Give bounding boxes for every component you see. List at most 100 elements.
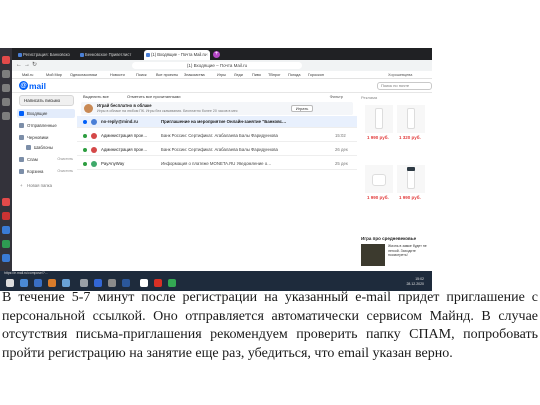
message-row[interactable]: no-reply@mind.ru Приглашение на мероприя… <box>77 116 357 128</box>
taskbar-app-icon[interactable] <box>108 279 116 287</box>
mail-logo[interactable]: @ mail <box>19 81 46 91</box>
word-icon[interactable] <box>122 279 130 287</box>
system-clock[interactable]: 15:02 28.12.2020 <box>406 277 424 287</box>
folder-trash[interactable]: Корзина Очистить <box>17 167 75 176</box>
back-icon[interactable]: ← <box>16 62 22 69</box>
app-icon[interactable] <box>2 56 10 64</box>
mail-header: @ mail Поиск по почте <box>12 79 432 93</box>
app-icon[interactable] <box>2 198 10 206</box>
product-image[interactable] <box>365 165 393 193</box>
game-ad-image[interactable] <box>361 244 385 266</box>
bookmark-link[interactable]: Поиск <box>136 72 147 78</box>
user-email[interactable]: Хорошевцева <box>388 72 412 78</box>
browser-tab-active[interactable]: (1) Входящие - Почта Mail.ru × <box>144 50 210 60</box>
folder-templates[interactable]: Шаблоны <box>24 143 75 152</box>
start-icon[interactable] <box>6 279 14 287</box>
read-dot-icon[interactable] <box>83 148 87 152</box>
product-image[interactable] <box>397 105 425 133</box>
browser-tab[interactable]: Регистрация: Банковско <box>16 50 74 60</box>
bookmark-link[interactable]: Пиво <box>252 72 261 78</box>
new-tab-button[interactable]: + <box>213 51 220 58</box>
unread-dot-icon[interactable] <box>83 120 87 124</box>
mark-read-button[interactable]: Отметить все прочитанными <box>127 93 180 101</box>
reload-icon[interactable]: ↻ <box>32 62 37 69</box>
product-image[interactable] <box>397 165 425 193</box>
avatar <box>91 161 97 167</box>
taskbar-app-icon[interactable] <box>94 279 102 287</box>
compose-button[interactable]: Написать письмо <box>19 95 74 106</box>
promo-title: Играй бесплатно в облаке <box>97 103 152 108</box>
message-sender: Администрация прое… <box>101 133 148 138</box>
game-ad-text[interactable]: Жизнь в замке будет не легкой. Заходите … <box>388 244 430 258</box>
app-icon[interactable] <box>2 254 10 262</box>
templates-icon <box>26 145 31 150</box>
bookmark-link[interactable]: Игры <box>217 72 226 78</box>
message-time: 15:02 <box>335 133 346 138</box>
folder-drafts[interactable]: Черновики <box>17 133 75 142</box>
ad-label: Реклама <box>361 95 378 100</box>
game-ad-title[interactable]: Игра про средневековье <box>361 236 416 241</box>
plus-icon: + <box>20 183 23 188</box>
app-icon[interactable] <box>2 226 10 234</box>
play-button[interactable]: Играть <box>291 105 313 112</box>
favicon-icon <box>80 53 84 57</box>
product-image[interactable] <box>365 105 393 133</box>
message-row[interactable]: PayAnyWay Информация о платеже MONETA.RU… <box>77 158 357 170</box>
message-list: Выделить все Отметить все прочитанными Ф… <box>77 93 357 291</box>
bookmark-link[interactable]: ТВпрог <box>268 72 281 78</box>
folder-inbox[interactable]: Входящие <box>17 109 75 118</box>
folder-spam[interactable]: Спам Очистить <box>17 155 75 164</box>
sent-icon <box>19 123 24 128</box>
bookmark-link[interactable]: Леди <box>234 72 243 78</box>
message-row[interactable]: Администрация прое… Банк России: Сертифи… <box>77 130 357 142</box>
forward-icon[interactable]: → <box>24 62 30 69</box>
message-time: 25 дек <box>335 161 348 166</box>
drafts-icon <box>19 135 24 140</box>
search-input[interactable]: Поиск по почте <box>377 82 432 90</box>
filter-button[interactable]: Фильтр <box>330 93 343 101</box>
select-all-button[interactable]: Выделить все <box>83 93 109 101</box>
screenshot: Регистрация: Банковско Бенковское Привет… <box>0 48 432 291</box>
taskbar-app-icon[interactable] <box>20 279 28 287</box>
app-icon[interactable] <box>2 70 10 78</box>
inbox-icon <box>19 111 24 116</box>
taskbar-app-icon[interactable] <box>80 279 88 287</box>
browser-tab-strip: Регистрация: Банковско Бенковское Привет… <box>12 48 432 60</box>
browser-tab[interactable]: Бенковское Приветлист <box>78 50 140 60</box>
promo-text: Игры в облаке на любом ПК. Игры без скач… <box>97 109 238 113</box>
yandex-icon[interactable] <box>140 279 148 287</box>
bookmark-link[interactable]: Новости <box>110 72 125 78</box>
bookmark-link[interactable]: Гороскоп <box>308 72 324 78</box>
app-icon[interactable] <box>2 98 10 106</box>
clear-trash-link[interactable]: Очистить <box>57 167 73 176</box>
message-subject: Информация о платеже MONETA.RU Уведомлен… <box>161 161 272 166</box>
chrome-icon[interactable] <box>168 279 176 287</box>
favicon-icon <box>18 53 22 57</box>
new-folder-button[interactable]: + Новая папка <box>17 181 75 190</box>
folder-sent[interactable]: Отправленные <box>17 121 75 130</box>
bookmark-link[interactable]: Погода <box>288 72 301 78</box>
taskbar-app-icon[interactable] <box>34 279 42 287</box>
bookmark-link[interactable]: Все проекты <box>156 72 178 78</box>
clear-spam-link[interactable]: Очистить <box>57 155 73 164</box>
app-icon[interactable] <box>2 112 10 120</box>
promo-banner[interactable]: Играй бесплатно в облаке Игры в облаке н… <box>81 102 353 115</box>
taskbar-app-icon[interactable] <box>48 279 56 287</box>
app-icon[interactable] <box>2 84 10 92</box>
message-sender: Администрация прое… <box>101 147 148 152</box>
bookmark-link[interactable]: Одноклассники <box>70 72 97 78</box>
list-toolbar: Выделить все Отметить все прочитанными Ф… <box>77 93 357 101</box>
taskbar-app-icon[interactable] <box>154 279 162 287</box>
bookmark-link[interactable]: Mail.ru <box>22 72 33 78</box>
bookmark-link[interactable]: Знакомства <box>184 72 205 78</box>
read-dot-icon[interactable] <box>83 134 87 138</box>
address-bar: ← → ↻ (1) Входящие – Почта Mail.ru <box>12 60 432 71</box>
close-tab-icon[interactable]: × <box>205 50 208 60</box>
url-field[interactable]: (1) Входящие – Почта Mail.ru <box>132 62 302 69</box>
taskbar-app-icon[interactable] <box>62 279 70 287</box>
app-icon[interactable] <box>2 212 10 220</box>
read-dot-icon[interactable] <box>83 162 87 166</box>
bookmark-link[interactable]: Мой Мир <box>46 72 62 78</box>
app-icon[interactable] <box>2 240 10 248</box>
message-row[interactable]: Администрация прое… Банк России: Сертифи… <box>77 144 357 156</box>
